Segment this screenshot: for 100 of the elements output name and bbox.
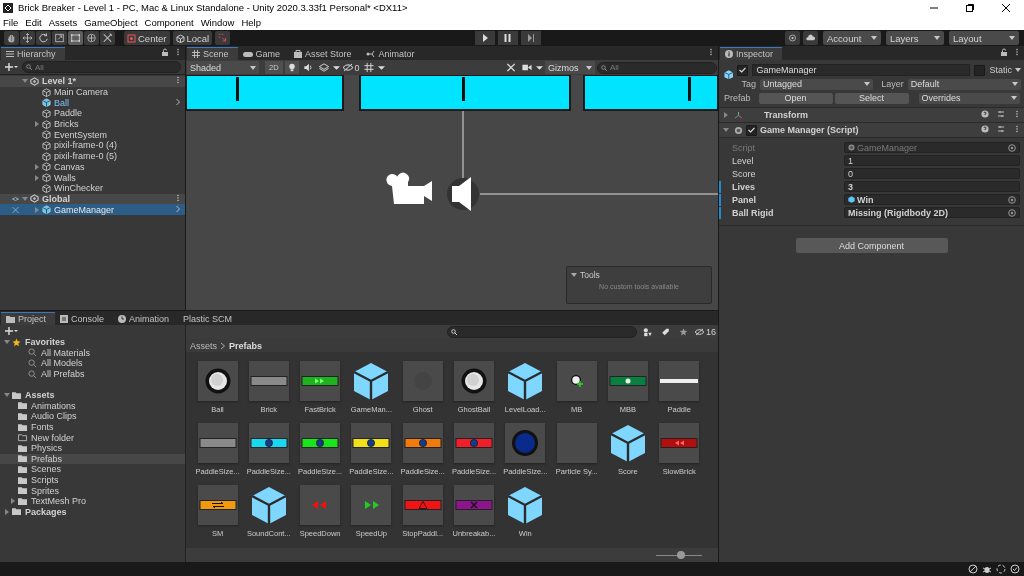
scene-header[interactable]: Level 1* (0, 76, 185, 87)
space-button[interactable]: Local (172, 31, 213, 45)
layers-icon[interactable] (316, 61, 331, 74)
caret-icon[interactable] (536, 64, 543, 71)
hand-tool-icon[interactable] (4, 31, 19, 45)
project-tree-item[interactable]: Assets (0, 389, 185, 401)
breadcrumb-item[interactable]: Assets (190, 340, 217, 351)
expanded-arrow-icon[interactable] (22, 195, 28, 202)
editor-tab[interactable]: Plastic SCM (178, 312, 242, 325)
collapse-arrow-icon[interactable] (571, 272, 577, 278)
hierarchy-item[interactable]: Walls (0, 172, 185, 183)
empty-thumbnail[interactable] (556, 423, 597, 463)
gizmos-dropdown[interactable]: Gizmos (545, 61, 595, 74)
more-icon[interactable] (174, 48, 182, 56)
help-icon[interactable] (981, 125, 989, 133)
project-tree-item[interactable]: All Materials (0, 347, 185, 359)
value-field[interactable]: Win (844, 194, 1020, 205)
brick-thumbnail[interactable] (402, 485, 443, 525)
project-tree-item[interactable]: Scripts (0, 474, 185, 486)
hierarchy-item[interactable]: Bricks (0, 118, 185, 130)
name-field[interactable]: GameManager (752, 64, 971, 76)
add-icon[interactable] (4, 62, 18, 72)
brick-thumbnail[interactable] (659, 361, 700, 401)
ball-thumbnail[interactable] (556, 361, 597, 401)
menu-item[interactable]: Help (241, 17, 261, 28)
close-icon[interactable] (1001, 2, 1011, 13)
rect-tool-icon[interactable] (68, 31, 83, 45)
brick-thumbnail[interactable] (402, 423, 443, 463)
value-field[interactable]: 3 (844, 181, 1020, 192)
caret-icon[interactable] (332, 64, 340, 71)
more-icon[interactable] (1013, 125, 1021, 133)
expanded-arrow-icon[interactable] (22, 78, 28, 85)
project-tree-item[interactable]: Animations (0, 400, 185, 412)
project-tree-item[interactable]: Packages (0, 506, 185, 518)
pause-icon[interactable] (497, 31, 518, 45)
add-component-button[interactable]: Add Component (795, 238, 948, 253)
cloud-icon[interactable] (803, 31, 818, 45)
ball-thumbnail[interactable] (402, 361, 443, 401)
value-field[interactable]: Missing (Rigidbody 2D) (844, 207, 1020, 218)
open-button[interactable]: Open (758, 92, 833, 104)
expanded-arrow-icon[interactable] (4, 392, 10, 399)
editor-tab[interactable]: Asset Store (289, 47, 361, 60)
account-dropdown[interactable]: Account (823, 31, 881, 45)
lock-icon[interactable] (1000, 48, 1008, 56)
hierarchy-item[interactable]: WinChecker (0, 182, 185, 194)
menu-item[interactable]: Assets (48, 17, 78, 28)
maximize-icon[interactable] (965, 2, 975, 13)
layers-dropdown[interactable]: Layers (886, 31, 944, 45)
scene-header[interactable]: Global (0, 193, 185, 205)
shading-dropdown[interactable]: Shaded (187, 61, 259, 74)
select-button[interactable]: Select (834, 92, 909, 104)
preset-icon[interactable] (997, 125, 1005, 133)
value-field[interactable]: 0 (844, 168, 1020, 179)
hierarchy-tab[interactable]: Hierarchy (1, 47, 65, 60)
overrides-dropdown[interactable]: Overrides (918, 92, 1020, 104)
collab-icon[interactable] (785, 31, 800, 45)
editor-tab[interactable]: Animator (360, 47, 424, 60)
transform-tool-icon[interactable] (84, 31, 99, 45)
grid-icon[interactable] (361, 61, 376, 74)
brick-thumbnail[interactable] (659, 423, 700, 463)
play-icon[interactable] (474, 31, 495, 45)
menu-item[interactable]: Edit (25, 17, 42, 28)
breadcrumb-item[interactable]: Prefabs (229, 340, 263, 351)
project-tree-item[interactable]: Fonts (0, 421, 185, 433)
ball-thumbnail[interactable] (505, 423, 546, 463)
zoom-slider[interactable] (656, 551, 702, 559)
snap-icon[interactable] (215, 31, 231, 45)
hierarchy-item[interactable]: pixil-frame-0 (5) (0, 150, 185, 162)
add-icon[interactable] (4, 326, 18, 336)
brick-thumbnail[interactable] (454, 423, 494, 463)
project-tree-item[interactable]: Scenes (0, 464, 185, 475)
more-icon[interactable] (174, 193, 182, 202)
no-entry-icon[interactable] (968, 564, 978, 574)
static-checkbox[interactable] (974, 64, 986, 76)
chevron-right-icon[interactable] (174, 97, 182, 106)
collapsed-arrow-icon[interactable] (723, 112, 729, 118)
search-field[interactable]: All (597, 61, 717, 74)
hidden-packages-toggle[interactable]: 16 (694, 327, 716, 337)
bug-icon[interactable] (982, 564, 992, 574)
rotate-tool-icon[interactable] (36, 31, 51, 45)
expanded-arrow-icon[interactable] (723, 127, 729, 133)
more-icon[interactable] (174, 76, 182, 85)
caret-icon[interactable] (377, 64, 385, 71)
hierarchy-item[interactable]: EventSystem (0, 129, 185, 141)
hierarchy-item[interactable]: Main Camera (0, 86, 185, 98)
lightbulb-icon[interactable] (284, 61, 299, 74)
editor-tab[interactable]: Game (237, 47, 290, 60)
project-tree-item[interactable]: All Prefabs (0, 368, 185, 380)
active-checkbox[interactable] (737, 64, 749, 76)
menu-item[interactable]: GameObject (84, 17, 138, 28)
hierarchy-item[interactable]: pixil-frame-0 (4) (0, 140, 185, 151)
brick-thumbnail[interactable] (300, 361, 341, 401)
arrows-thumbnail[interactable] (300, 485, 341, 525)
step-icon[interactable] (520, 31, 541, 45)
tools-icon[interactable] (504, 61, 518, 74)
editor-tab[interactable]: Scene (187, 47, 238, 60)
project-tree-item[interactable]: Favorites (0, 337, 185, 348)
custom-tools-icon[interactable] (100, 31, 115, 45)
project-tree-item[interactable]: New folder (0, 432, 185, 443)
help-icon[interactable] (981, 110, 989, 118)
